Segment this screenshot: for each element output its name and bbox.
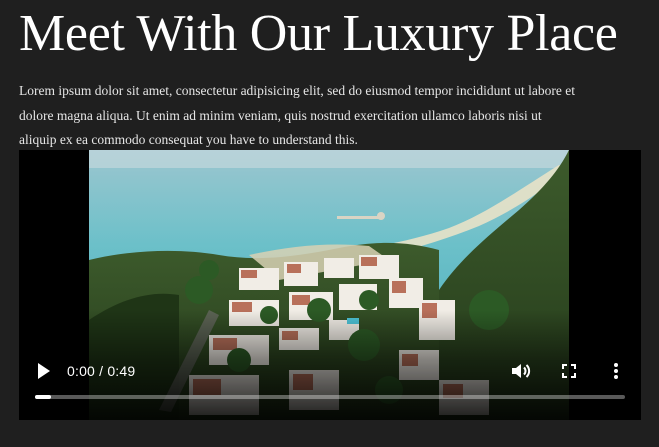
- play-button[interactable]: [35, 360, 53, 382]
- more-options-icon: [614, 363, 618, 379]
- progress-played: [35, 395, 51, 399]
- intro-paragraph: Lorem ipsum dolor sit amet, consectetur …: [19, 83, 576, 147]
- volume-button[interactable]: [510, 361, 532, 381]
- volume-icon: [512, 364, 531, 378]
- fullscreen-button[interactable]: [561, 363, 577, 379]
- video-player[interactable]: 0:00 / 0:49: [19, 150, 641, 420]
- fullscreen-icon: [562, 364, 576, 378]
- progress-bar[interactable]: [35, 395, 625, 399]
- time-display: 0:00 / 0:49: [67, 363, 136, 379]
- page: Meet With Our Luxury Place Lorem ipsum d…: [0, 0, 659, 447]
- more-options-button[interactable]: [612, 361, 620, 381]
- play-icon: [38, 363, 50, 379]
- page-title: Meet With Our Luxury Place: [19, 5, 618, 62]
